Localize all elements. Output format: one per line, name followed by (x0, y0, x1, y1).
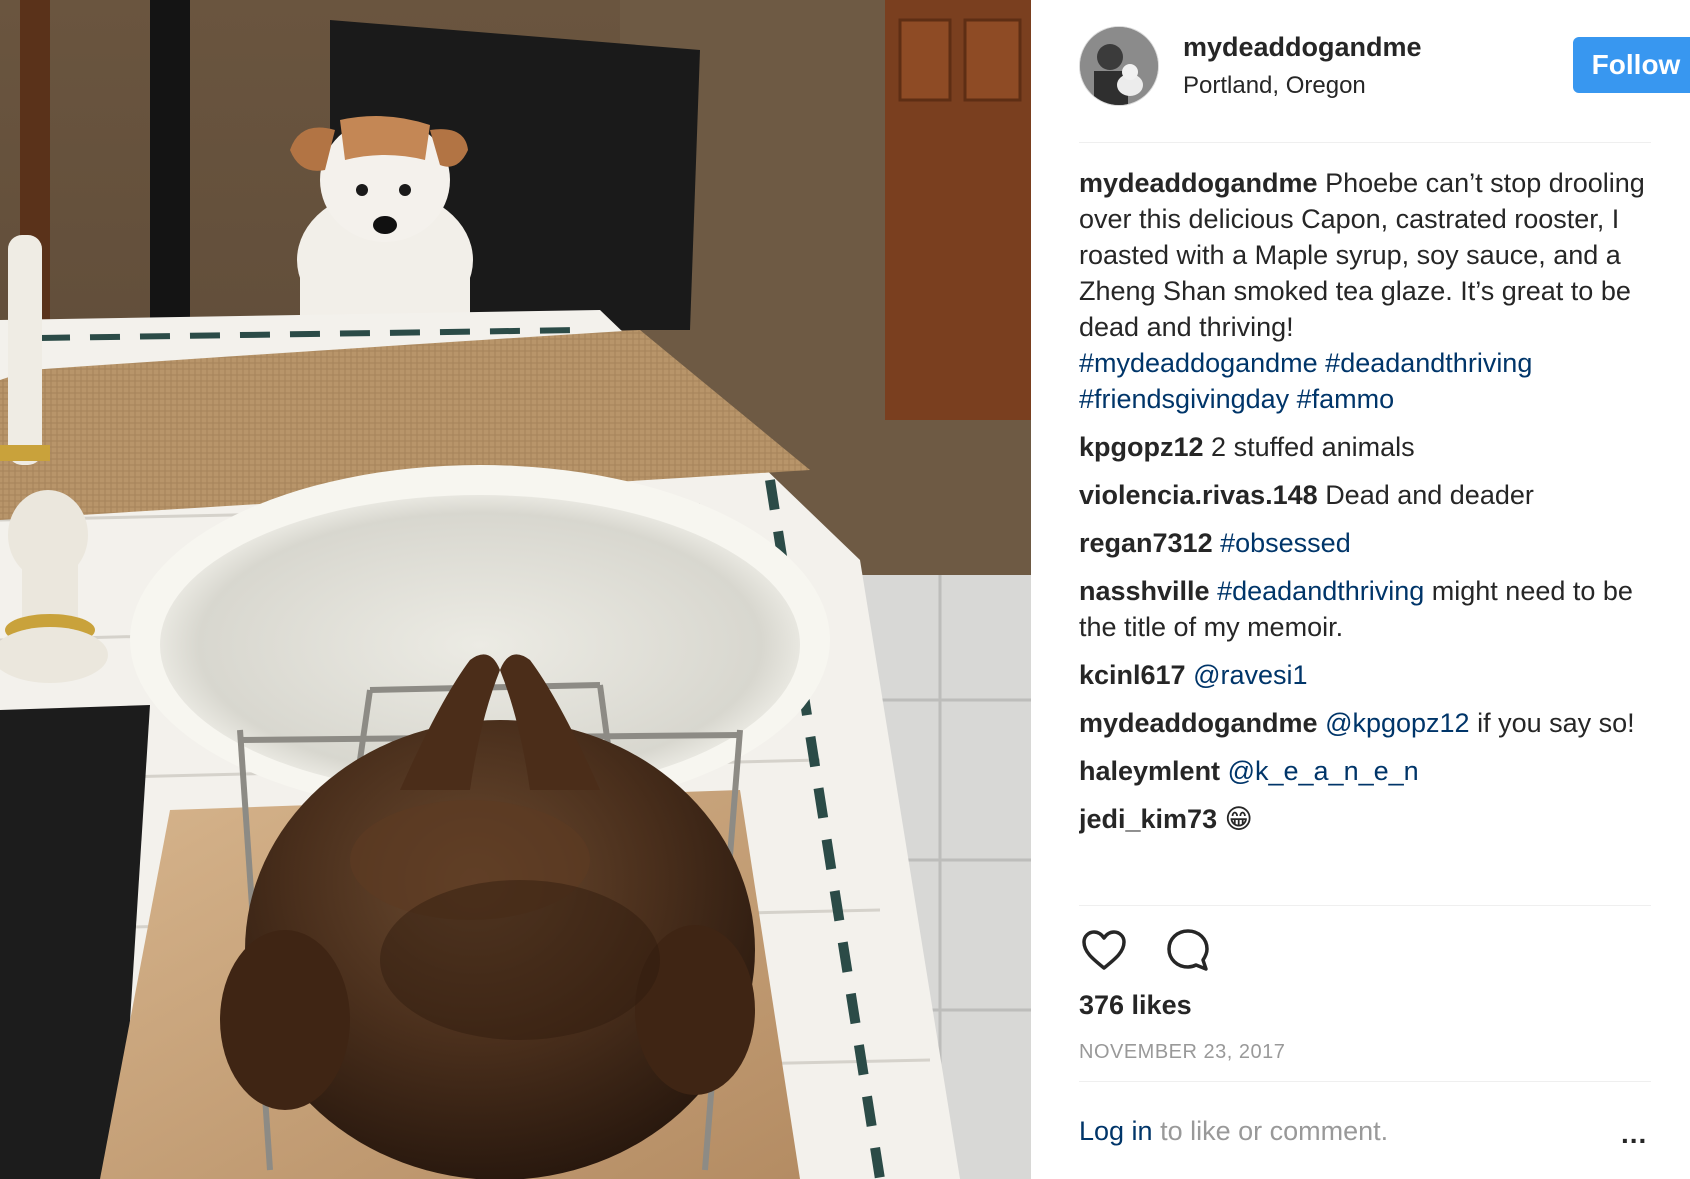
action-bar (1079, 925, 1279, 975)
comment-text: Dead and deader (1325, 480, 1534, 510)
more-options-icon[interactable]: ... (1621, 1118, 1647, 1150)
caption: mydeaddogandme Phoebe can’t stop droolin… (1079, 165, 1659, 417)
comment-text: 2 stuffed animals (1211, 432, 1415, 462)
comment-text: 😁 (1224, 804, 1253, 834)
comment-item: kpgopz12 2 stuffed animals (1079, 429, 1659, 465)
comment-username[interactable]: mydeaddogandme (1079, 708, 1318, 738)
divider (1079, 905, 1651, 906)
comment-username[interactable]: haleymlent (1079, 756, 1220, 786)
caption-username[interactable]: mydeaddogandme (1079, 168, 1318, 198)
post-photo[interactable] (0, 0, 1031, 1179)
comment-username[interactable]: kcinl617 (1079, 660, 1186, 690)
login-prompt-text: to like or comment. (1160, 1116, 1389, 1146)
caption-hashtags[interactable]: #mydeaddogandme #deadandthriving #friend… (1079, 348, 1532, 414)
photo-illustration (0, 0, 1031, 1179)
comment-username[interactable]: jedi_kim73 (1079, 804, 1217, 834)
comment-item: violencia.rivas.148 Dead and deader (1079, 477, 1659, 513)
comment-username[interactable]: regan7312 (1079, 528, 1213, 558)
post-header: mydeaddogandme Portland, Oregon Follow (1079, 26, 1690, 118)
avatar-image (1080, 27, 1158, 105)
comment-item: kcinl617 @ravesi1 (1079, 657, 1659, 693)
login-link[interactable]: Log in (1079, 1116, 1153, 1146)
comment-item: haleymlent @k_e_a_n_e_n (1079, 753, 1659, 789)
post-username[interactable]: mydeaddogandme (1183, 32, 1422, 63)
likes-count[interactable]: 376 likes (1079, 990, 1192, 1021)
comment-hashtag[interactable]: #obsessed (1220, 528, 1351, 558)
comment-item: jedi_kim73 😁 (1079, 801, 1659, 837)
comment-item: mydeaddogandme @kpgopz12 if you say so! (1079, 705, 1659, 741)
post-sidebar: mydeaddogandme Portland, Oregon Follow m… (1031, 0, 1690, 1179)
comment-mention[interactable]: @ravesi1 (1193, 660, 1307, 690)
avatar[interactable] (1079, 26, 1159, 106)
dog (290, 116, 473, 340)
comment-text: if you say so! (1477, 708, 1635, 738)
comment-username[interactable]: violencia.rivas.148 (1079, 480, 1318, 510)
comment-hashtag[interactable]: #deadandthriving (1217, 576, 1424, 606)
follow-button[interactable]: Follow (1573, 37, 1690, 93)
comment-item: regan7312 #obsessed (1079, 525, 1659, 561)
post-location[interactable]: Portland, Oregon (1183, 72, 1366, 100)
comment-item: nasshville #deadandthriving might need t… (1079, 573, 1659, 645)
divider (1079, 1081, 1651, 1082)
comments-list[interactable]: mydeaddogandme Phoebe can’t stop droolin… (1079, 165, 1659, 903)
comment-username[interactable]: nasshville (1079, 576, 1210, 606)
login-prompt: Log in to like or comment. (1079, 1116, 1388, 1147)
comment-username[interactable]: kpgopz12 (1079, 432, 1204, 462)
divider (1079, 142, 1651, 143)
comment-bubble-icon[interactable] (1163, 925, 1213, 975)
comment-mention[interactable]: @k_e_a_n_e_n (1228, 756, 1419, 786)
comment-mention[interactable]: @kpgopz12 (1325, 708, 1470, 738)
heart-icon[interactable] (1079, 925, 1129, 975)
post-date: NOVEMBER 23, 2017 (1079, 1041, 1286, 1063)
